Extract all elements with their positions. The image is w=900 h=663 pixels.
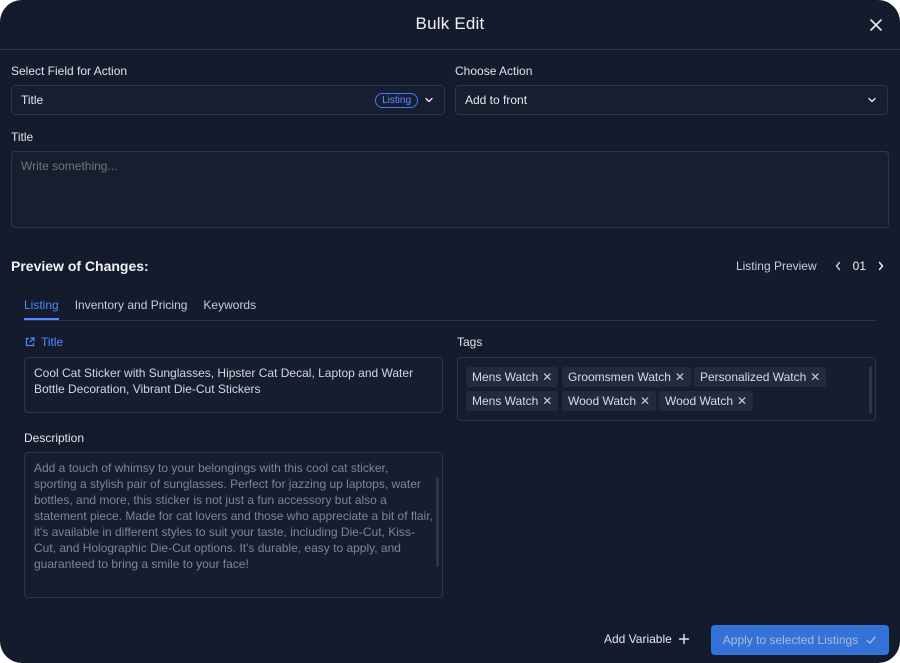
select-field-value: Title xyxy=(21,93,44,107)
preview-title-box: Cool Cat Sticker with Sunglasses, Hipste… xyxy=(24,357,443,413)
select-field-label: Select Field for Action xyxy=(11,64,128,78)
choose-action-label: Choose Action xyxy=(455,64,533,78)
pager-label: Listing Preview xyxy=(735,259,817,273)
remove-tag-icon[interactable]: ✕ xyxy=(810,367,820,387)
tags-label: Tags xyxy=(457,335,483,349)
listing-preview-pager: Listing Preview 01 xyxy=(736,258,888,274)
listing-badge: Listing xyxy=(375,93,418,108)
tag-chip: Wood Watch ✕ xyxy=(659,391,754,411)
tag-chip: Mens Watch ✕ xyxy=(466,391,559,411)
title-text-input[interactable] xyxy=(11,151,889,228)
tab-keywords[interactable]: Keywords xyxy=(203,298,256,320)
remove-tag-icon[interactable]: ✕ xyxy=(675,367,685,387)
tags-box: Mens Watch ✕ Groomsmen Watch ✕ Personali… xyxy=(457,357,876,421)
add-variable-label: Add Variable xyxy=(604,632,672,646)
previous-page-button[interactable] xyxy=(831,259,845,273)
bulk-edit-modal: Bulk Edit Select Field for Action Title … xyxy=(0,0,900,663)
page-number: 01 xyxy=(852,259,866,273)
remove-tag-icon[interactable]: ✕ xyxy=(737,391,747,411)
preview-heading: Preview of Changes: xyxy=(11,258,149,274)
tag-label: Personalized Watch xyxy=(700,370,807,384)
tag-label: Mens Watch xyxy=(472,370,539,384)
modal-title: Bulk Edit xyxy=(415,14,485,33)
check-icon xyxy=(866,636,876,644)
tag-label: Mens Watch xyxy=(472,394,539,408)
choose-action-dropdown[interactable]: Add to front xyxy=(455,85,888,115)
tags-scrollbar[interactable] xyxy=(869,366,872,414)
description-scrollbar[interactable] xyxy=(436,477,439,567)
tag-label: Wood Watch xyxy=(665,394,734,408)
tag-chip: Wood Watch ✕ xyxy=(562,391,657,411)
tag-label: Wood Watch xyxy=(568,394,637,408)
title-label-text: Title xyxy=(41,335,64,349)
tag-chip: Mens Watch ✕ xyxy=(466,367,559,387)
chevron-down-icon xyxy=(868,97,876,103)
preview-description-box: Add a touch of whimsy to your belongings… xyxy=(24,452,443,598)
chevron-down-icon xyxy=(425,97,433,103)
next-page-button[interactable] xyxy=(874,259,888,273)
remove-tag-icon[interactable]: ✕ xyxy=(640,391,650,411)
chevron-left-icon xyxy=(835,261,840,271)
close-button[interactable] xyxy=(866,15,886,35)
preview-title-label: Title xyxy=(24,335,63,349)
modal-header: Bulk Edit xyxy=(0,0,900,50)
add-variable-button[interactable]: Add Variable xyxy=(604,632,690,646)
text-input-label: Title xyxy=(11,130,34,144)
preview-tabs: Listing Inventory and Pricing Keywords xyxy=(24,298,876,321)
chevron-right-icon xyxy=(878,261,884,271)
tab-inventory-and-pricing[interactable]: Inventory and Pricing xyxy=(75,298,188,320)
plus-icon xyxy=(678,633,690,645)
description-text: Add a touch of whimsy to your belongings… xyxy=(34,461,433,571)
tag-chip: Personalized Watch ✕ xyxy=(694,367,827,387)
external-link-icon xyxy=(25,337,35,347)
tag-chip: Groomsmen Watch ✕ xyxy=(562,367,691,387)
description-label: Description xyxy=(24,431,85,445)
remove-tag-icon[interactable]: ✕ xyxy=(542,391,552,411)
choose-action-value: Add to front xyxy=(465,93,528,107)
tab-listing[interactable]: Listing xyxy=(24,298,59,320)
apply-button-label: Apply to selected Listings xyxy=(722,633,859,647)
remove-tag-icon[interactable]: ✕ xyxy=(542,367,552,387)
tag-label: Groomsmen Watch xyxy=(568,370,671,384)
close-icon xyxy=(870,19,882,31)
apply-to-selected-button[interactable]: Apply to selected Listings xyxy=(711,625,889,655)
select-field-dropdown[interactable]: Title Listing xyxy=(11,85,445,115)
